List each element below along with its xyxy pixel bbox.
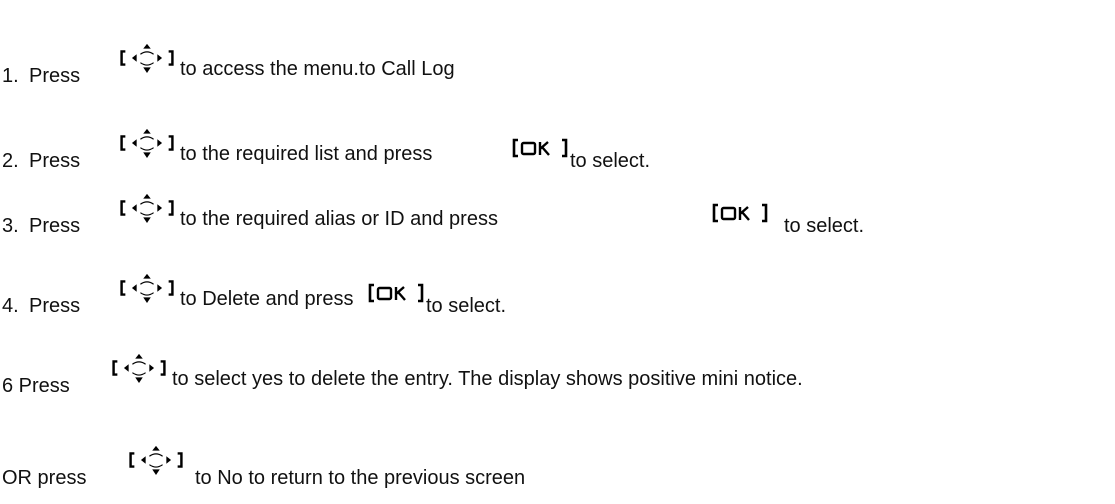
navigation-key-icon — [118, 127, 176, 159]
step-text: to the required alias or ID and press — [180, 208, 498, 230]
step-label: Press — [29, 150, 81, 172]
step-label: Press — [29, 215, 81, 237]
step-6: 6 Press to select yes to delete the entr… — [0, 352, 1110, 398]
step-number: 4. — [2, 295, 19, 317]
step-number: 2. — [2, 150, 19, 172]
step-2: 2. Press to the required list and press … — [0, 127, 900, 173]
step-or: OR press to No to return to the previous… — [0, 444, 800, 490]
step-text: to Delete and press — [180, 288, 354, 310]
navigation-key-icon — [118, 42, 176, 74]
step-label: 6 Press — [2, 375, 70, 397]
navigation-key-icon — [118, 272, 176, 304]
step-text: to the required list and press — [180, 143, 433, 165]
navigation-key-icon — [110, 352, 168, 384]
step-4: 4. Press to Delete and press to select. — [0, 272, 800, 318]
ok-key-icon — [712, 203, 768, 223]
step-number: 1. — [2, 65, 19, 87]
ok-key-icon — [368, 283, 424, 303]
navigation-key-icon — [127, 444, 185, 476]
step-1: 1. Press to access the menu.to Call Log — [0, 42, 700, 88]
step-text: to access the menu.to Call Log — [180, 58, 455, 80]
step-text: to No to return to the previous screen — [195, 467, 526, 489]
step-3: 3. Press to the required alias or ID and… — [0, 192, 1000, 238]
step-text: to select yes to delete the entry. The d… — [172, 368, 803, 390]
step-label: Press — [29, 65, 81, 87]
step-text-end: to select. — [570, 150, 651, 172]
step-label: Press — [29, 295, 81, 317]
step-number: 3. — [2, 215, 19, 237]
ok-key-icon — [512, 138, 568, 158]
step-text-end: to select. — [784, 215, 865, 237]
step-label: OR press — [2, 467, 87, 489]
step-text-end: to select. — [426, 295, 507, 317]
navigation-key-icon — [118, 192, 176, 224]
